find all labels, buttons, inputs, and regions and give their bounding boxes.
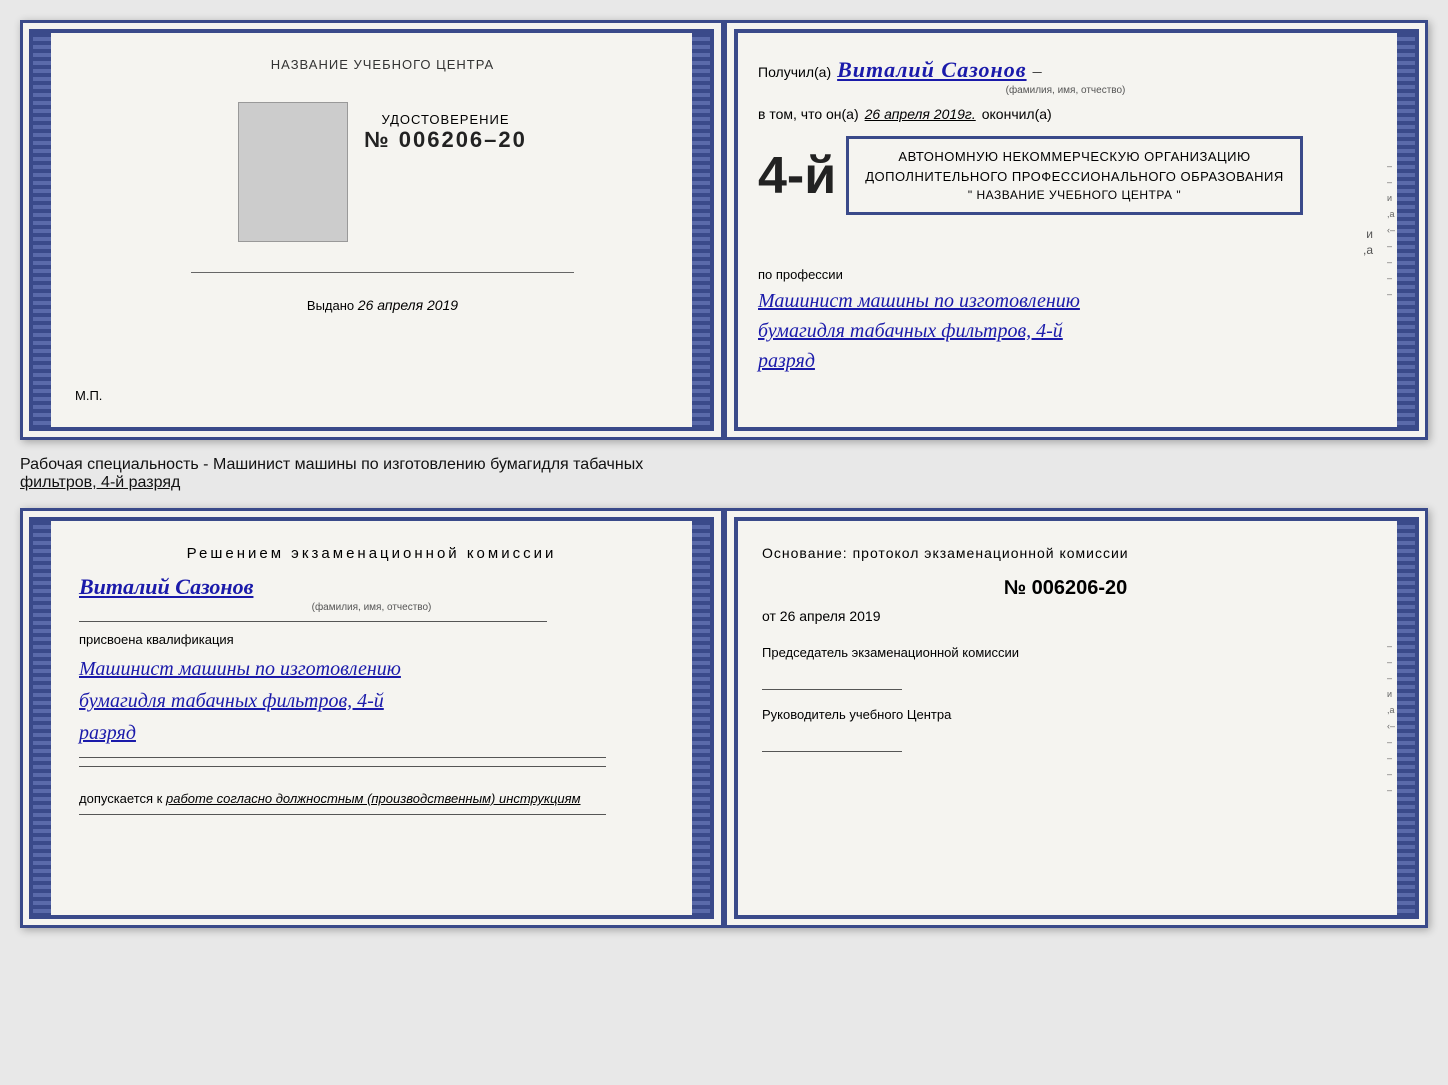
issued-label: Выдано	[307, 298, 354, 313]
profession-line3: разряд	[758, 346, 1373, 376]
profession-line2: бумагидля табачных фильтров, 4-й	[758, 316, 1373, 346]
rukovoditel-signature-line	[762, 732, 902, 752]
protocol-date-value: 26 апреля 2019	[780, 608, 881, 624]
predsedatel-block: Председатель экзаменационной комиссии	[762, 644, 1369, 690]
recipient-subtitle: (фамилия, имя, отчество)	[758, 85, 1373, 96]
top-certificate-book: НАЗВАНИЕ УЧЕБНОГО ЦЕНТРА УДОСТОВЕРЕНИЕ №…	[20, 20, 1428, 440]
bottom-left-border-strip	[33, 521, 51, 915]
poluchil-label: Получил(а)	[758, 64, 831, 80]
fio-subtitle: (фамилия, имя, отчество)	[79, 602, 664, 613]
protocol-date-line: от 26 апреля 2019	[762, 608, 1369, 624]
cert-bottom-left-panel: Решением экзаменационной комиссии Витали…	[29, 517, 714, 919]
protocol-number: № 006206-20	[762, 577, 1369, 600]
right-outer-strip	[1397, 33, 1415, 427]
protocol-date-ot: от	[762, 608, 776, 624]
profession-line1: Машинист машины по изготовлению	[758, 286, 1373, 316]
okoncil-label: окончил(а)	[982, 106, 1052, 122]
photo-placeholder	[238, 102, 348, 242]
recipient-section: Получил(а) Виталий Сазонов –	[758, 57, 1373, 83]
vtom-section: в том, что он(а) 26 апреля 2019г. окончи…	[758, 106, 1373, 122]
dopuskaetsya-line: допускается к работе согласно должностны…	[79, 791, 664, 806]
and-label: и	[758, 227, 1373, 241]
cert-right-panel: Получил(а) Виталий Сазонов – (фамилия, и…	[734, 29, 1419, 431]
razryad-org-area: 4-й АВТОНОМНУЮ НЕКОММЕРЧЕСКУЮ ОРГАНИЗАЦИ…	[758, 130, 1373, 221]
bottom-left-right-strip	[692, 521, 710, 915]
mp-label: М.П.	[75, 388, 102, 403]
bottom-side-labels: – – – и ,а ‹– – – – –	[1387, 641, 1395, 795]
vtom-label: в том, что он(а)	[758, 106, 859, 122]
issued-date: 26 апреля 2019	[358, 297, 458, 313]
bottom-certificate-book: Решением экзаменационной комиссии Витали…	[20, 508, 1428, 928]
prisvoena-label: присвоена квалификация	[79, 632, 664, 647]
bottom-right-outer-strip	[1397, 521, 1415, 915]
osnovaniye-label: Основание: протокол экзаменационной коми…	[762, 545, 1369, 561]
vtom-date: 26 апреля 2019г.	[865, 106, 976, 122]
cert-left-panel: НАЗВАНИЕ УЧЕБНОГО ЦЕНТРА УДОСТОВЕРЕНИЕ №…	[29, 29, 714, 431]
right-border-strip	[692, 33, 710, 427]
predsedatel-label: Председатель экзаменационной комиссии	[762, 644, 1369, 662]
cert-issued-line: Выдано 26 апреля 2019	[307, 297, 458, 313]
dopuskaetsya-text: работе согласно должностным (производств…	[166, 791, 581, 806]
left-border-strip	[33, 33, 51, 427]
cert-number: № 006206–20	[364, 127, 527, 153]
predsedatel-signature-line	[762, 670, 902, 690]
big-razryad: 4-й	[758, 150, 836, 202]
bottom-profession-line3: разряд	[79, 717, 664, 749]
middle-text-section: Рабочая специальность - Машинист машины …	[20, 452, 1428, 496]
rukovoditel-block: Руководитель учебного Центра	[762, 706, 1369, 752]
profession-label: по профессии	[758, 267, 1373, 282]
recipient-dash: –	[1033, 61, 1042, 82]
cert-title: НАЗВАНИЕ УЧЕБНОГО ЦЕНТРА	[271, 57, 494, 72]
udostoverenie-label: УДОСТОВЕРЕНИЕ	[381, 112, 509, 127]
a-label: ,а	[758, 243, 1373, 257]
bottom-profession-line2: бумагидля табачных фильтров, 4-й	[79, 685, 664, 717]
middle-line1: Рабочая специальность - Машинист машины …	[20, 456, 1428, 474]
bottom-profession-line1: Машинист машины по изготовлению	[79, 653, 664, 685]
decision-name: Виталий Сазонов	[79, 574, 664, 600]
side-labels: – – и ,а ‹– – – – –	[1387, 161, 1395, 299]
org-block: АВТОНОМНУЮ НЕКОММЕРЧЕСКУЮ ОРГАНИЗАЦИЮ ДО…	[846, 136, 1303, 215]
decision-title: Решением экзаменационной комиссии	[79, 545, 664, 562]
cert-bottom-right-panel: Основание: протокол экзаменационной коми…	[734, 517, 1419, 919]
org-line3: " НАЗВАНИЕ УЧЕБНОГО ЦЕНТРА "	[865, 186, 1284, 204]
recipient-name: Виталий Сазонов	[837, 57, 1026, 83]
middle-line2: фильтров, 4-й разряд	[20, 474, 1428, 492]
dopuskaetsya-label: допускается к	[79, 791, 162, 806]
org-line1: АВТОНОМНУЮ НЕКОММЕРЧЕСКУЮ ОРГАНИЗАЦИЮ	[865, 147, 1284, 167]
org-line2: ДОПОЛНИТЕЛЬНОГО ПРОФЕССИОНАЛЬНОГО ОБРАЗО…	[865, 167, 1284, 187]
rukovoditel-label: Руководитель учебного Центра	[762, 706, 1369, 724]
